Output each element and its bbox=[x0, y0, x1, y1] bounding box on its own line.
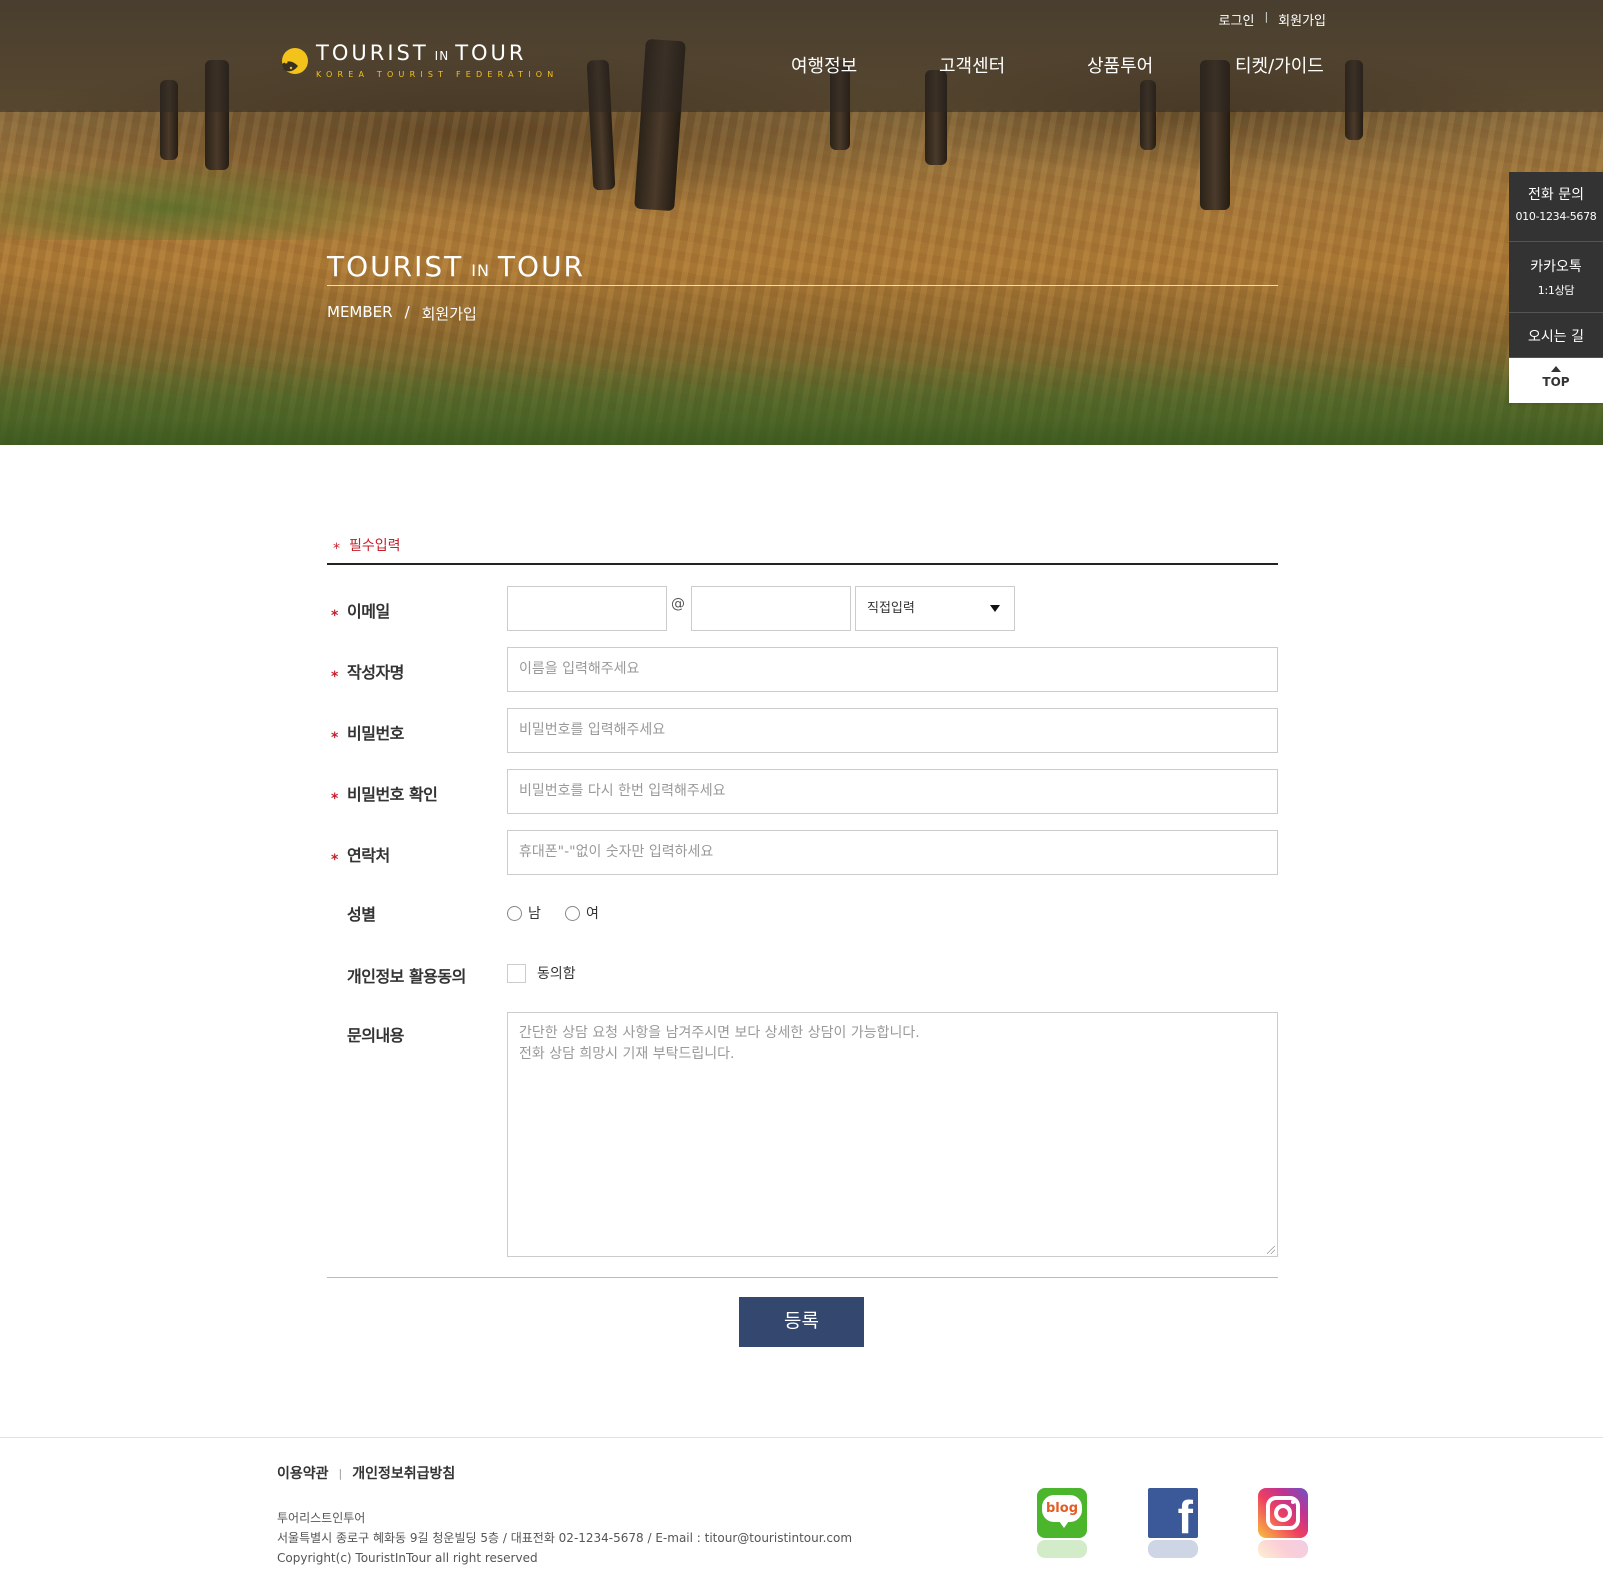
instagram-icon[interactable] bbox=[1258, 1488, 1308, 1558]
utility-menu: 로그인 | 회원가입 bbox=[1219, 10, 1326, 29]
password-confirm-label: * 비밀번호 확인 bbox=[331, 785, 438, 807]
login-link[interactable]: 로그인 bbox=[1219, 10, 1255, 29]
consent-checkbox[interactable]: 동의함 bbox=[507, 963, 576, 983]
logo-subtitle: KOREA TOURIST FEDERATION bbox=[316, 70, 559, 79]
email-label: * 이메일 bbox=[331, 602, 390, 624]
sun-logo-icon bbox=[278, 44, 312, 78]
submit-button[interactable]: 등록 bbox=[739, 1297, 864, 1347]
footer-links: 이용약관 | 개인정보취급방침 bbox=[277, 1463, 455, 1483]
inquiry-label: 문의내용 bbox=[347, 1026, 404, 1045]
util-separator: | bbox=[1264, 10, 1269, 23]
required-note: * 필수입력 bbox=[327, 535, 1278, 565]
radio-circle bbox=[565, 905, 580, 921]
breadcrumb: MEMBER / 회원가입 bbox=[327, 303, 477, 324]
footer: 이용약관 | 개인정보취급방침 투어리스트인투어 서울특별시 종로구 혜화동 9… bbox=[0, 1437, 1603, 1596]
company-name: 투어리스트인투어 bbox=[277, 1511, 366, 1525]
gender-radio-female[interactable]: 여 bbox=[565, 903, 599, 923]
breadcrumb-section[interactable]: MEMBER bbox=[327, 303, 393, 324]
checkbox-box bbox=[507, 963, 526, 983]
main-nav: 여행정보 고객센터 상품투어 티켓/가이드 bbox=[791, 52, 1345, 78]
company-info: 투어리스트인투어 서울특별시 종로구 혜화동 9길 청운빌딩 5층 / 대표전화… bbox=[277, 1508, 852, 1568]
dropdown-caret-icon bbox=[990, 605, 1000, 612]
quick-directions[interactable]: 오시는 길 bbox=[1509, 313, 1603, 358]
email-domain-input[interactable] bbox=[691, 586, 851, 631]
quick-menu: 전화 문의 010-1234-5678 카카오톡 1:1상담 오시는 길 TOP bbox=[1509, 172, 1603, 403]
signup-form: * 필수입력 * 이메일 @ 직접입력 * 작성자명 이름을 입력해주세요 * 비밀번호… bbox=[327, 535, 1278, 1257]
email-at-sign: @ bbox=[671, 596, 685, 612]
breadcrumb-separator: / bbox=[404, 303, 410, 321]
join-link[interactable]: 회원가입 bbox=[1278, 10, 1326, 29]
copyright: Copyright(c) TouristInTour all right res… bbox=[277, 1551, 538, 1565]
phone-label: * 연락처 bbox=[331, 846, 390, 868]
title-underline bbox=[327, 285, 1278, 286]
phone-input[interactable]: 휴대폰"-"없이 숫자만 입력하세요 bbox=[507, 830, 1278, 875]
password-input[interactable]: 비밀번호를 입력해주세요 bbox=[507, 708, 1278, 753]
gender-label: 성별 bbox=[347, 905, 376, 924]
nav-item-customer-center[interactable]: 고객센터 bbox=[939, 52, 1087, 78]
triangle-up-icon bbox=[1551, 366, 1561, 372]
company-address: 서울특별시 종로구 혜화동 9길 청운빌딩 5층 / 대표전화 02-1234-… bbox=[277, 1531, 853, 1545]
blog-icon[interactable]: blog bbox=[1037, 1488, 1087, 1558]
form-divider bbox=[327, 1277, 1278, 1278]
facebook-icon[interactable]: f bbox=[1148, 1488, 1198, 1558]
password-confirm-input[interactable]: 비밀번호를 다시 한번 입력해주세요 bbox=[507, 769, 1278, 814]
consent-label: 개인정보 활용동의 bbox=[347, 967, 466, 986]
password-label: * 비밀번호 bbox=[331, 724, 404, 746]
hero-banner: TOURIST IN TOUR KOREA TOURIST FEDERATION 로… bbox=[0, 0, 1603, 445]
nav-item-product-tour[interactable]: 상품투어 bbox=[1087, 52, 1235, 78]
grass-foreground bbox=[0, 360, 1603, 445]
resize-grip-icon[interactable] bbox=[1267, 1246, 1275, 1254]
page-title: TOURIST IN TOUR bbox=[327, 250, 1278, 286]
grass-patch bbox=[0, 160, 420, 240]
breadcrumb-current: 회원가입 bbox=[421, 305, 477, 323]
scroll-top-button[interactable]: TOP bbox=[1509, 358, 1603, 403]
gender-radio-male[interactable]: 남 bbox=[507, 903, 541, 923]
quick-kakao-consult[interactable]: 카카오톡 1:1상담 bbox=[1509, 242, 1603, 313]
nav-item-travel-info[interactable]: 여행정보 bbox=[791, 52, 939, 78]
quick-phone-inquiry[interactable]: 전화 문의 010-1234-5678 bbox=[1509, 172, 1603, 242]
email-user-input[interactable] bbox=[507, 586, 667, 631]
privacy-policy-link[interactable]: 개인정보취급방침 bbox=[352, 1463, 455, 1483]
nav-item-ticket-guide[interactable]: 티켓/가이드 bbox=[1235, 52, 1345, 78]
site-logo[interactable]: TOURIST IN TOUR KOREA TOURIST FEDERATION bbox=[278, 42, 558, 79]
radio-circle bbox=[507, 905, 522, 921]
email-domain-select[interactable]: 직접입력 bbox=[855, 586, 1015, 631]
required-mark: * bbox=[333, 541, 340, 557]
inquiry-textarea[interactable]: 간단한 상담 요청 사항을 남겨주시면 보다 상세한 상담이 가능합니다. 전화… bbox=[507, 1012, 1278, 1257]
name-input[interactable]: 이름을 입력해주세요 bbox=[507, 647, 1278, 692]
name-label: * 작성자명 bbox=[331, 663, 404, 685]
terms-link[interactable]: 이용약관 bbox=[277, 1463, 329, 1483]
logo-title: TOURIST IN TOUR bbox=[316, 41, 527, 65]
